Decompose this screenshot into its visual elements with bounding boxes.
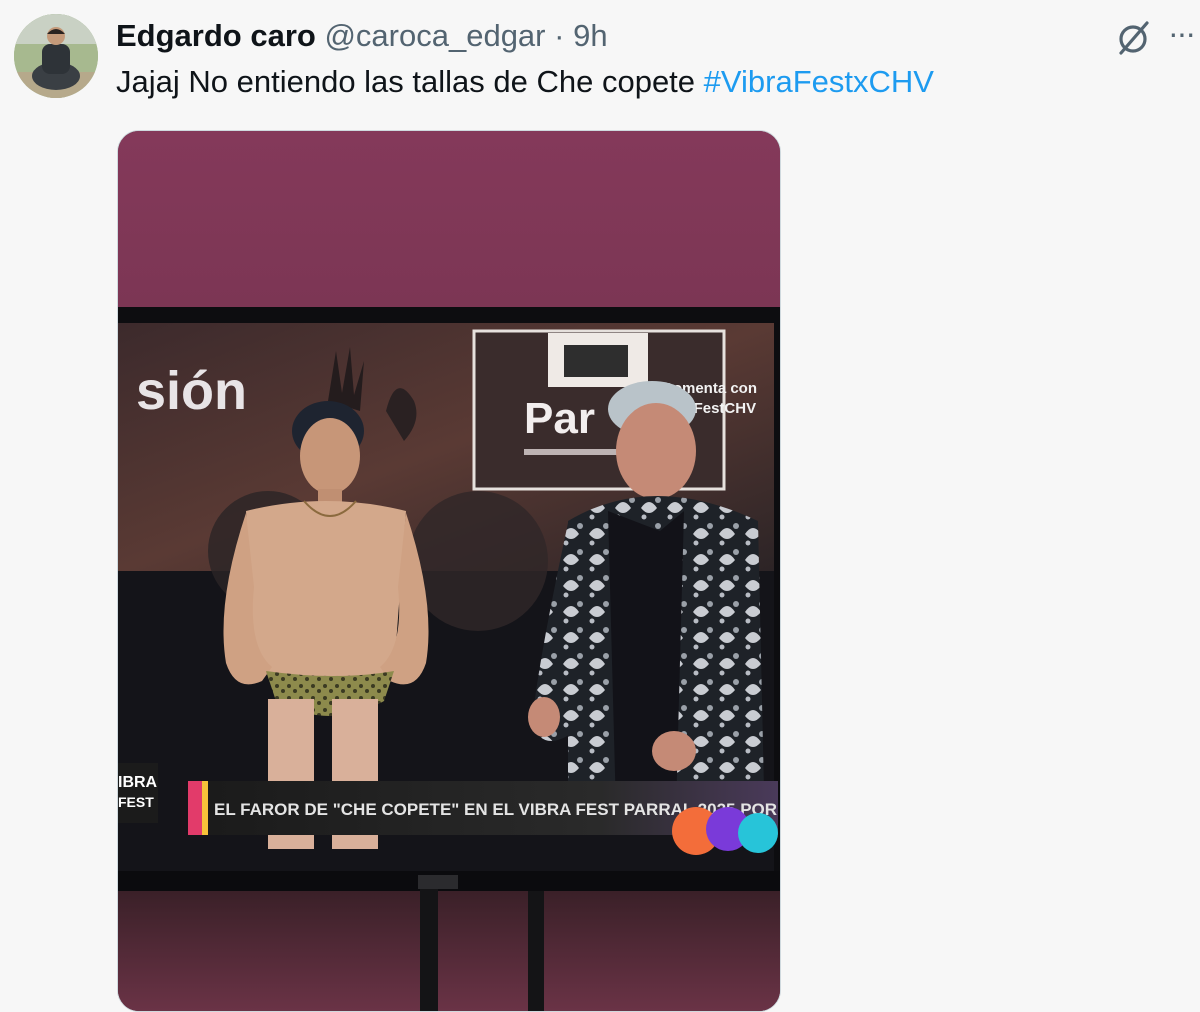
- corner-logo-line1: IBRA: [118, 774, 158, 791]
- avatar-photo: [14, 14, 98, 98]
- header-separator: ·: [554, 18, 565, 53]
- avatar[interactable]: [14, 14, 98, 98]
- tweet-hashtag-link[interactable]: #VibraFestxCHV: [704, 64, 934, 99]
- tweet-timestamp[interactable]: 9h: [573, 18, 607, 53]
- corner-logo-line2: FEST: [118, 794, 154, 810]
- screen-logo-text: Par: [524, 394, 595, 443]
- more-icon[interactable]: ···: [1168, 17, 1200, 54]
- grok-icon[interactable]: [1113, 18, 1153, 58]
- tweet-body: Jajaj No entiendo las tallas de Che cope…: [116, 64, 696, 99]
- tweet-text: Jajaj No entiendo las tallas de Che cope…: [116, 62, 934, 102]
- tweet-media-photo[interactable]: sión Par Comenta con #VibraFestCHV EL FA…: [117, 130, 781, 1012]
- author-name[interactable]: Edgardo caro: [116, 18, 316, 53]
- author-handle[interactable]: @caroca_edgar: [324, 18, 545, 53]
- screen-channel-text: sión: [136, 361, 247, 421]
- photo-canvas: sión Par Comenta con #VibraFestCHV EL FA…: [118, 131, 780, 1011]
- tweet-header: Edgardo caro @caroca_edgar · 9h: [116, 16, 608, 56]
